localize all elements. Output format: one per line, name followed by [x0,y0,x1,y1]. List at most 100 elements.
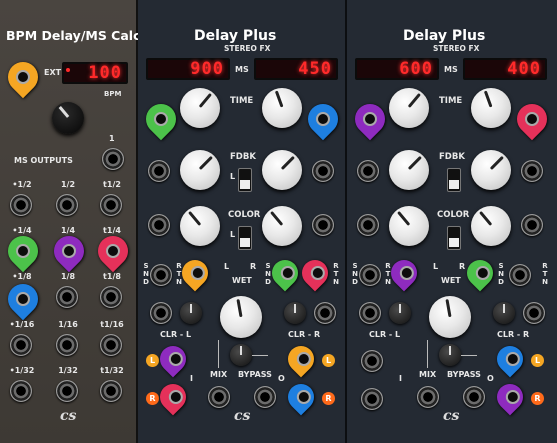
output-jack-triplet-thirtysecond[interactable] [100,380,122,402]
output-jack-sixteenth[interactable] [56,334,78,356]
delay2-time-right-cable-plug[interactable] [510,97,554,141]
delay1-input-right-cable-plug[interactable] [154,378,192,416]
cable-plug-blue[interactable] [1,277,45,321]
delay2-clear-left-jack[interactable] [359,302,381,324]
output-jack-dotted-thirtysecond[interactable] [10,380,32,402]
delay2-time-right-knob[interactable] [471,88,511,128]
delay1-clear-left-jack[interactable] [150,302,172,324]
delay1-time-right-knob[interactable] [262,88,302,128]
delay1-send-left-jack[interactable] [150,264,172,286]
output-jack-dotted-half[interactable] [10,194,32,216]
row-label-sixteenth: 1/16 [58,320,78,329]
delay2-send-right-jack[interactable] [509,264,531,286]
delay2-clear-left-button[interactable] [389,302,411,324]
delay2-send-right-cable-plug[interactable] [461,254,499,292]
delay2-mix-label: MIX [419,370,437,379]
delay2-output-left-cable-plug[interactable] [491,340,529,378]
delay2-clr-r-label: CLR - R [497,330,530,339]
delay2-fdbk-link-switch[interactable] [447,168,461,192]
row-label-dotted-eighth: •1/8 [12,272,32,281]
delay2-wet-label: WET [441,276,461,285]
delay1-mix-line-divider [218,340,219,368]
delay1-time-left-knob[interactable] [180,88,220,128]
row-label-dotted-half: •1/2 [12,180,32,189]
delay1-color-right-knob[interactable] [262,206,302,246]
delay1-clear-left-button[interactable] [180,302,202,324]
delay2-color-right-jack[interactable] [521,214,543,236]
output-jack-triplet-sixteenth[interactable] [100,334,122,356]
output-jack-dotted-sixteenth[interactable] [10,334,32,356]
delay1-time-left-cable-plug[interactable] [139,97,183,141]
delay1-color-link-label: L [230,230,236,239]
cable-plug-purple[interactable] [47,229,91,273]
delay2-input-right-jack[interactable] [361,388,383,410]
delay1-return-right-cable-plug[interactable] [296,254,334,292]
delay1-color-link-switch[interactable] [238,226,252,250]
delay2-color-right-knob[interactable] [471,206,511,246]
delay1-mix-cv-jack[interactable] [208,386,230,408]
delay1-fdbk-right-knob[interactable] [262,150,302,190]
delay1-color-left-knob[interactable] [180,206,220,246]
delay1-bypass-button[interactable] [230,344,252,366]
delay1-input-label: I [190,374,193,383]
delay1-fdbk-right-jack[interactable] [312,160,334,182]
delay1-fdbk-label: FDBK [230,152,256,162]
delay1-input-left-cable-plug[interactable] [154,340,192,378]
delay1-output-left-cable-plug[interactable] [282,340,320,378]
delay2-fdbk-right-knob[interactable] [471,150,511,190]
delay2-time-left-knob[interactable] [389,88,429,128]
ext-led-icon [66,68,70,72]
delay2-color-left-jack[interactable] [357,214,379,236]
delay2-input-left-jack[interactable] [361,350,383,372]
bpm-module-title: BPM Delay/MS Calc [6,28,141,43]
delay1-time-right-cable-plug[interactable] [301,97,345,141]
output-jack-eighth[interactable] [56,286,78,308]
delay2-wet-mix-knob[interactable] [429,296,471,338]
delay1-color-right-jack[interactable] [312,214,334,236]
delay1-send-right-cable-plug[interactable] [266,254,304,292]
cable-plug-red[interactable] [91,229,135,273]
delay2-time-left-cable-plug[interactable] [348,97,392,141]
delay2-bypass-line-divider [461,355,477,356]
delay2-fdbk-left-knob[interactable] [389,150,429,190]
delay2-bypass-button[interactable] [439,344,461,366]
delay2-color-link-switch[interactable] [447,226,461,250]
delay2-clear-right-jack[interactable] [523,302,545,324]
delay1-rtn-label-right: R T N [333,262,339,286]
output-jack-1[interactable] [102,148,124,170]
delay1-clear-right-jack[interactable] [314,302,336,324]
delay2-subtitle: STEREO FX [433,44,480,53]
delay2-fdbk-right-jack[interactable] [521,160,543,182]
delay1-clr-r-label: CLR - R [288,330,321,339]
output-jack-half[interactable] [56,194,78,216]
delay2-bypass-cv-jack[interactable] [463,386,485,408]
delay1-wet-mix-knob[interactable] [220,296,262,338]
delay2-right-ms-display: 400 [463,58,547,80]
row-label-triplet-quarter: t1/4 [103,226,121,235]
delay2-bypass-label: BYPASS [447,370,481,379]
output-jack-triplet-eighth[interactable] [100,286,122,308]
output-jack-thirtysecond[interactable] [56,380,78,402]
delay1-output-right-cable-plug[interactable] [282,378,320,416]
output-jack-triplet-half[interactable] [100,194,122,216]
bpm-label: BPM [104,90,122,98]
delay-plus-module-1: Delay Plus STEREO FX 900 MS 450 TIME FDB… [138,0,347,443]
delay1-clear-right-button[interactable] [284,302,306,324]
delay2-color-left-knob[interactable] [389,206,429,246]
delay1-color-left-jack[interactable] [148,214,170,236]
delay1-wet-label: WET [232,276,252,285]
cable-plug-green[interactable] [1,229,45,273]
delay1-fdbk-link-switch[interactable] [238,168,252,192]
delay1-color-label: COLOR [228,210,261,220]
bpm-knob[interactable] [52,102,84,134]
delay2-mix-cv-jack[interactable] [417,386,439,408]
delay2-clear-right-button[interactable] [493,302,515,324]
delay1-fdbk-link-label: L [230,172,236,181]
ext-input-cable-plug[interactable] [1,55,45,99]
delay2-output-right-cable-plug[interactable] [491,378,529,416]
delay1-fdbk-left-jack[interactable] [148,160,170,182]
delay1-bypass-cv-jack[interactable] [254,386,276,408]
delay1-fdbk-left-knob[interactable] [180,150,220,190]
delay2-fdbk-left-jack[interactable] [357,160,379,182]
delay2-send-left-jack[interactable] [359,264,381,286]
